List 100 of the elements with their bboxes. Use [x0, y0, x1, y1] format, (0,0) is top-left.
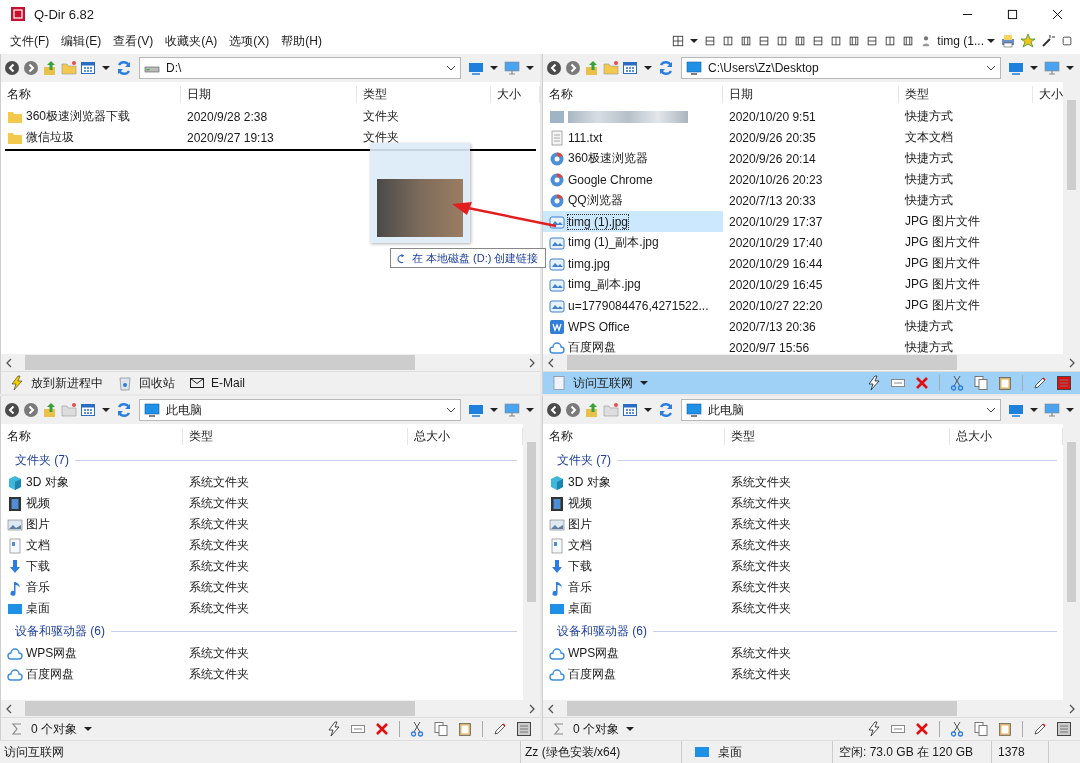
- caret-icon[interactable]: [690, 37, 699, 46]
- up-folder-icon[interactable]: [42, 402, 58, 418]
- folder-name-cell[interactable]: 图片: [543, 514, 725, 535]
- layout-icon[interactable]: [722, 35, 735, 48]
- folder-name-cell[interactable]: 文档: [543, 535, 725, 556]
- caret-icon[interactable]: [526, 64, 534, 72]
- caret-icon[interactable]: [490, 406, 498, 414]
- horizontal-scrollbar[interactable]: [543, 354, 1080, 371]
- horizontal-scrollbar[interactable]: [543, 700, 1080, 717]
- up-folder-icon[interactable]: [584, 60, 600, 76]
- copy-icon[interactable]: [433, 721, 449, 737]
- forward-icon[interactable]: [565, 402, 581, 418]
- cut-icon[interactable]: [949, 721, 965, 737]
- layout-icon[interactable]: [902, 35, 915, 48]
- caret-icon[interactable]: [102, 64, 110, 72]
- cut-icon[interactable]: [409, 721, 425, 737]
- folder-name-cell[interactable]: 音乐: [1, 577, 183, 598]
- view-grid-icon[interactable]: [622, 402, 638, 418]
- group-header[interactable]: 设备和驱动器 (6): [557, 622, 647, 640]
- folder-name-cell[interactable]: 文档: [1, 535, 183, 556]
- lightning-icon[interactable]: [326, 721, 342, 737]
- paste-icon[interactable]: [457, 721, 473, 737]
- copy-icon[interactable]: [973, 721, 989, 737]
- layout-icon[interactable]: [812, 35, 825, 48]
- column-header[interactable]: 名称: [1, 85, 181, 103]
- monitor-icon[interactable]: [1008, 402, 1024, 418]
- delete-icon[interactable]: [374, 721, 390, 737]
- file-name-cell[interactable]: 百度网盘: [543, 337, 723, 354]
- pane-status-dropdown[interactable]: 访问互联网: [573, 374, 633, 392]
- horizontal-scrollbar[interactable]: [1, 700, 540, 717]
- menu-item[interactable]: 文件(F): [4, 32, 56, 50]
- file-name-cell[interactable]: timg (1)_副本.jpg: [543, 232, 723, 253]
- column-header[interactable]: 日期: [181, 85, 357, 103]
- refresh-icon[interactable]: [116, 402, 132, 418]
- folder-name-cell[interactable]: 视频: [543, 493, 725, 514]
- file-name-cell[interactable]: timg_副本.jpg: [543, 274, 723, 295]
- caret-icon[interactable]: [1030, 64, 1038, 72]
- layout-icon[interactable]: [884, 35, 897, 48]
- layout-icon[interactable]: [776, 35, 789, 48]
- pane-status-dropdown[interactable]: 0 个对象: [573, 720, 619, 738]
- chevron-down-icon[interactable]: [446, 63, 456, 73]
- forward-icon[interactable]: [23, 402, 39, 418]
- menu-item[interactable]: 收藏夹(A): [159, 32, 224, 50]
- file-name-cell[interactable]: timg (1).jpg: [543, 211, 723, 232]
- monitor-icon[interactable]: [468, 60, 484, 76]
- view-grid-icon[interactable]: [80, 402, 96, 418]
- column-header[interactable]: 日期: [723, 85, 899, 103]
- folder-name-cell[interactable]: 音乐: [543, 577, 725, 598]
- layout-icon[interactable]: [740, 35, 753, 48]
- monitor-icon[interactable]: [1044, 402, 1060, 418]
- file-name-cell[interactable]: WPS Office: [543, 316, 723, 337]
- menu-item[interactable]: 查看(V): [107, 32, 160, 50]
- group-header[interactable]: 设备和驱动器 (6): [15, 622, 105, 640]
- layout-icon[interactable]: [704, 35, 717, 48]
- grid-panel-icon[interactable]: [516, 721, 532, 737]
- folder-name-cell[interactable]: 桌面: [1, 598, 183, 619]
- monitor-icon[interactable]: [504, 402, 520, 418]
- pane-status-dropdown[interactable]: 0 个对象: [31, 720, 77, 738]
- pen-icon[interactable]: [492, 721, 508, 737]
- group-header[interactable]: 文件夹 (7): [15, 451, 69, 469]
- address-field[interactable]: C:\Users\Zz\Desktop: [681, 57, 1001, 79]
- caret-icon[interactable]: [1066, 406, 1074, 414]
- folder-name-cell[interactable]: 下载: [543, 556, 725, 577]
- address-field[interactable]: D:\: [139, 57, 461, 79]
- column-header[interactable]: 名称: [1, 427, 183, 445]
- column-header[interactable]: 类型: [725, 427, 950, 445]
- menu-item[interactable]: 编辑(E): [55, 32, 108, 50]
- copy-icon[interactable]: [973, 375, 989, 391]
- paste-icon[interactable]: [997, 721, 1013, 737]
- menu-item[interactable]: 选项(X): [223, 32, 276, 50]
- caret-icon[interactable]: [1066, 64, 1074, 72]
- quick-access-dropdown[interactable]: timg (1...: [937, 34, 984, 49]
- action-button[interactable]: 放到新进程中: [7, 374, 103, 392]
- refresh-icon[interactable]: [658, 402, 674, 418]
- column-header[interactable]: 类型: [183, 427, 408, 445]
- caret-icon[interactable]: [640, 379, 648, 387]
- pen-icon[interactable]: [1032, 721, 1048, 737]
- folder-name-cell[interactable]: WPS网盘: [543, 643, 725, 664]
- layout-icon[interactable]: [848, 35, 861, 48]
- folder-name-cell[interactable]: 下载: [1, 556, 183, 577]
- folder-name-cell[interactable]: 3D 对象: [1, 472, 183, 493]
- address-field[interactable]: 此电脑: [139, 399, 461, 421]
- folder-name-cell[interactable]: WPS网盘: [1, 643, 183, 664]
- folder-name-cell[interactable]: 百度网盘: [543, 664, 725, 685]
- file-name-cell[interactable]: 微信垃圾: [1, 127, 181, 148]
- forward-icon[interactable]: [565, 60, 581, 76]
- column-header[interactable]: 类型: [357, 85, 491, 103]
- folder-name-cell[interactable]: 视频: [1, 493, 183, 514]
- folder-name-cell[interactable]: 图片: [1, 514, 183, 535]
- file-name-cell[interactable]: 360极速浏览器下载: [1, 106, 181, 127]
- menu-item[interactable]: 帮助(H): [275, 32, 328, 50]
- caret-icon[interactable]: [526, 406, 534, 414]
- action-button[interactable]: 回收站: [115, 374, 175, 392]
- grid-panel-icon[interactable]: [1056, 721, 1072, 737]
- folder-name-cell[interactable]: 桌面: [543, 598, 725, 619]
- lightning-icon[interactable]: [866, 375, 882, 391]
- monitor-icon[interactable]: [1044, 60, 1060, 76]
- caret-icon[interactable]: [490, 64, 498, 72]
- printer-icon[interactable]: [1000, 33, 1016, 50]
- forward-icon[interactable]: [23, 60, 39, 76]
